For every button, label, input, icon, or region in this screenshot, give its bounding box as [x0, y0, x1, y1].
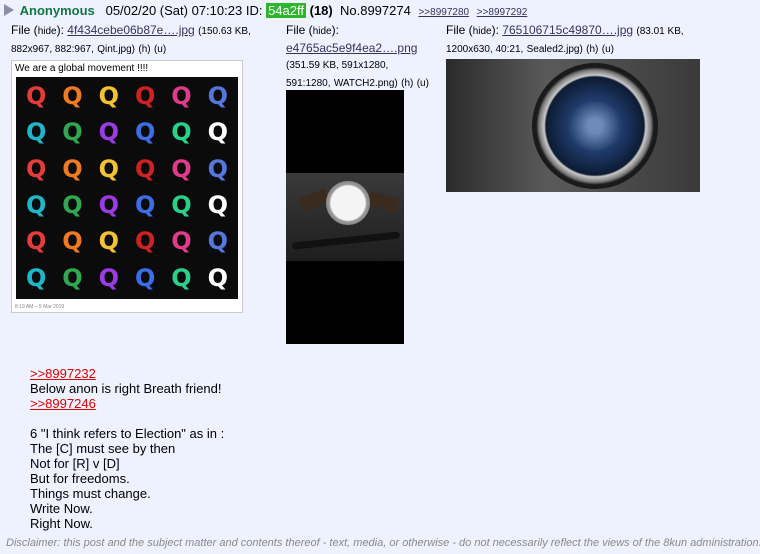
- file-size: (83.01 KB,: [636, 26, 684, 37]
- quote-link[interactable]: >>8997232: [30, 366, 224, 381]
- coin-emblem: [568, 101, 622, 151]
- q-letter: Q: [134, 190, 156, 219]
- q-letter: Q: [62, 263, 83, 292]
- q-letter: Q: [25, 263, 47, 292]
- body-line: 6 "I think refers to Election" as in :: [30, 426, 225, 441]
- q-letter: Q: [171, 82, 192, 110]
- image-coin[interactable]: [446, 59, 700, 192]
- hide-link[interactable]: hide: [313, 26, 332, 37]
- file-name-link[interactable]: e4765ac5e9f4ea2….png: [286, 41, 417, 55]
- q-letter: Q: [25, 227, 47, 256]
- image-q-grid[interactable]: We are a global movement !!!! QQQQQQQQQQ…: [11, 60, 243, 313]
- original-filename-link[interactable]: Qint.jpg: [97, 44, 131, 55]
- file-info-2: File (hide): e4765ac5e9f4ea2….png (351.5…: [286, 23, 429, 89]
- q-letter: Q: [207, 82, 229, 110]
- backlink-1[interactable]: >>8997280: [418, 7, 469, 18]
- q-letter: Q: [62, 227, 83, 256]
- q-letter: Q: [98, 263, 120, 292]
- q-letter: Q: [98, 154, 120, 183]
- u-link[interactable]: (u): [602, 44, 614, 55]
- h-link[interactable]: (h): [586, 44, 598, 55]
- poster-id[interactable]: 54a2ff: [266, 3, 306, 18]
- hide-link[interactable]: hide: [38, 26, 57, 37]
- q-letter: Q: [62, 154, 83, 183]
- post-body: >>8997232 Below anon is right Breath frie…: [30, 366, 224, 531]
- poster-name: Anonymous: [19, 3, 95, 18]
- image-timestamp: 8:19 AM – 9 Mar 2019: [15, 304, 65, 310]
- triangle-menu-icon[interactable]: [4, 4, 14, 16]
- q-letter: Q: [62, 118, 83, 147]
- q-letter: Q: [98, 227, 120, 256]
- body-line: Right Now.: [30, 516, 93, 531]
- disclaimer: Disclaimer: this post and the subject ma…: [6, 537, 760, 549]
- watch-face: [326, 181, 370, 225]
- q-letter: Q: [98, 118, 120, 147]
- q-letter: Q: [134, 227, 156, 256]
- file-size: (150.63 KB,: [198, 26, 251, 37]
- q-letter: Q: [62, 82, 83, 110]
- q-letter: Q: [25, 154, 47, 183]
- q-letter: Q: [207, 227, 229, 256]
- file-label: File: [286, 23, 306, 37]
- q-letter: Q: [98, 190, 120, 219]
- h-link[interactable]: (h): [138, 44, 150, 55]
- q-letter: Q: [25, 190, 47, 219]
- body-line: [30, 411, 224, 426]
- body-line: Below anon is right Breath friend!: [30, 381, 222, 396]
- backlink-2[interactable]: >>8997292: [477, 7, 528, 18]
- original-filename-link[interactable]: Sealed2.jpg: [527, 44, 580, 55]
- q-letter: Q: [207, 263, 229, 292]
- file-name-link[interactable]: 765106715c49870….jpg: [502, 23, 633, 37]
- id-label: ID:: [245, 3, 263, 18]
- q-letter: Q: [134, 154, 156, 183]
- q-letter: Q: [171, 154, 192, 183]
- watch-strap-right: [366, 191, 400, 213]
- u-link[interactable]: (u): [154, 44, 166, 55]
- body-line: Write Now.: [30, 501, 93, 516]
- pen: [291, 231, 401, 250]
- file-info-1: File (hide): 4f434cebe06b87e….jpg (150.6…: [11, 23, 251, 55]
- body-line: Things must change.: [30, 486, 151, 501]
- q-letter: Q: [171, 263, 192, 292]
- q-letter: Q: [25, 118, 47, 147]
- file-info-3: File (hide): 765106715c49870….jpg (83.01…: [446, 23, 684, 55]
- file-size: (351.59 KB, 591x1280,: [286, 60, 389, 71]
- q-letter: Q: [207, 190, 229, 219]
- quote-link[interactable]: >>8997246: [30, 396, 224, 411]
- q-letter: Q: [62, 190, 83, 219]
- post-header: Anonymous 05/02/20 (Sat) 07:10:23 ID: 54…: [4, 3, 527, 21]
- body-line: Not for [R] v [D]: [30, 456, 120, 471]
- q-letter: Q: [134, 82, 156, 110]
- q-letter: Q: [25, 82, 47, 110]
- hide-link[interactable]: hide: [473, 26, 492, 37]
- q-letter: Q: [207, 118, 229, 147]
- post-date: 05/02/20 (Sat) 07:10:23: [105, 3, 243, 18]
- file-dimensions: 1200x630, 40:21,: [446, 44, 524, 55]
- q-letter: Q: [134, 263, 156, 292]
- q-letter: Q: [98, 82, 120, 110]
- file-dimensions: 591:1280,: [286, 78, 331, 89]
- image-caption: We are a global movement !!!!: [15, 63, 149, 74]
- q-letter: Q: [207, 154, 229, 183]
- q-letter: Q: [171, 190, 192, 219]
- file-name-link[interactable]: 4f434cebe06b87e….jpg: [67, 23, 194, 37]
- body-line: But for freedoms.: [30, 471, 130, 486]
- body-line: The [C] must see by then: [30, 441, 176, 456]
- file-label: File: [446, 23, 466, 37]
- original-filename-link[interactable]: WATCH2.png: [334, 78, 395, 89]
- post-count: (18): [309, 3, 333, 18]
- image-watch[interactable]: [286, 90, 404, 344]
- q-grid: QQQQQQQQQQQQQQQQQQQQQQQQQQQQQQQQQQQQ: [16, 77, 238, 299]
- post-number-link[interactable]: No.8997274: [340, 3, 411, 18]
- q-letter: Q: [134, 118, 156, 147]
- watch-strap-left: [298, 188, 330, 212]
- q-letter: Q: [171, 227, 192, 256]
- file-dimensions: 882x967, 882:967,: [11, 44, 94, 55]
- file-label: File: [11, 23, 31, 37]
- watch-photo: [286, 173, 404, 261]
- h-link[interactable]: (h): [401, 78, 413, 89]
- u-link[interactable]: (u): [417, 78, 429, 89]
- q-letter: Q: [171, 118, 192, 147]
